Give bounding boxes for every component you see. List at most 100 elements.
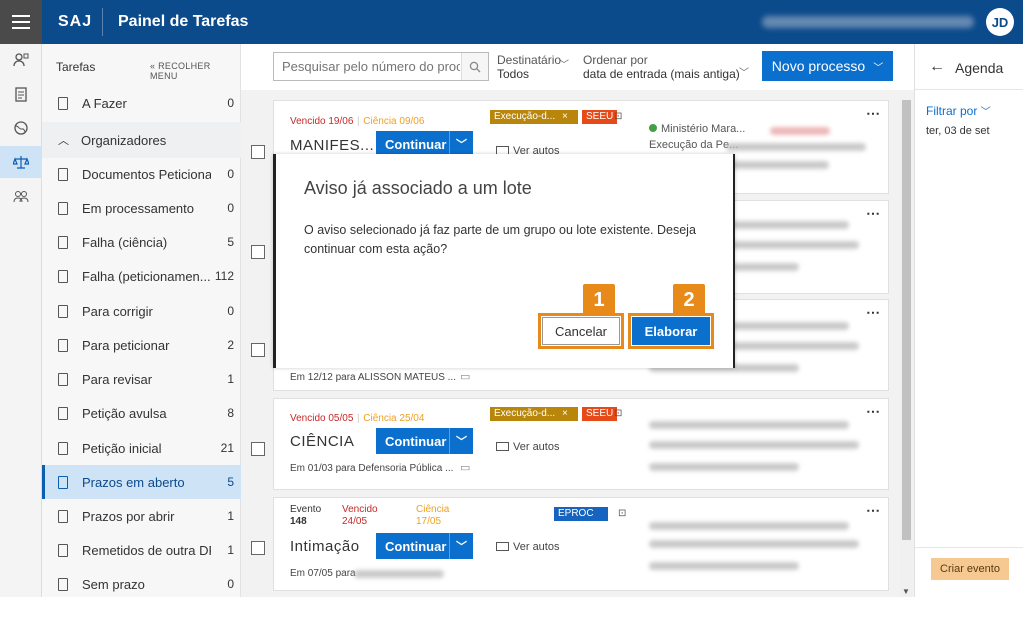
bookmark-icon — [58, 269, 68, 283]
more-options-icon[interactable]: ⋯ — [866, 304, 880, 321]
list-scrollbar[interactable]: ▼ — [900, 100, 913, 597]
agenda-title: Agenda — [955, 60, 1004, 76]
card-title: Intimação — [290, 538, 360, 555]
search-box — [273, 52, 489, 81]
sort-dropdown[interactable]: Ordenar por data de entrada (mais antiga… — [583, 53, 753, 81]
sidebar-heading: Tarefas — [56, 60, 96, 74]
continue-button[interactable]: Continuar ﹀ — [376, 533, 473, 559]
bookmark-icon — [58, 543, 68, 557]
card-checkbox[interactable] — [251, 442, 265, 456]
system-tag: SEEU — [582, 110, 618, 124]
sidebar-item-prazos-por-abrir[interactable]: Prazos por abrir 1 — [42, 499, 241, 533]
sidebar-item-remetidos[interactable]: Remetidos de outra DP 1 — [42, 533, 241, 567]
more-options-icon[interactable]: ⋯ — [866, 205, 880, 222]
assignment-info: Em 12/12 para ALISSON MATEUS ... — [290, 372, 456, 383]
sidebar-item-para-revisar[interactable]: Para revisar 1 — [42, 362, 241, 396]
dialog-message: O aviso selecionado já faz parte de um g… — [304, 223, 696, 256]
folder-icon — [496, 442, 509, 451]
comment-icon[interactable]: ▭ — [460, 370, 470, 383]
elaborar-button[interactable]: Elaborar — [628, 313, 714, 349]
page-title: Painel de Tarefas — [118, 13, 249, 30]
status-dot-icon — [649, 124, 657, 132]
ciencia-date: Ciência 25/04 — [363, 413, 425, 424]
continue-button[interactable]: Continuar ﹀ — [376, 428, 473, 454]
chevron-down-icon[interactable]: ﹀ — [449, 428, 473, 454]
card-checkbox[interactable] — [251, 343, 265, 357]
bookmark-icon — [58, 475, 68, 489]
person-task-icon[interactable] — [0, 44, 42, 76]
sidebar-item-peticao-inicial[interactable]: Petição inicial 21 — [42, 431, 241, 465]
sidebar-item-falha-ciencia[interactable]: Falha (ciência) 5 — [42, 225, 241, 259]
sidebar-item-em-processamento[interactable]: Em processamento 0 — [42, 191, 241, 225]
sidebar-item-para-corrigir[interactable]: Para corrigir 0 — [42, 294, 241, 328]
step-badge-2: 2 — [673, 284, 705, 316]
chevron-down-icon: ﹀ — [980, 107, 991, 118]
assignment-info: Em 07/05 para — [290, 568, 356, 579]
scrollbar-thumb[interactable] — [902, 100, 911, 540]
sidebar-item-prazos-em-aberto[interactable]: Prazos em aberto 5 — [42, 465, 241, 499]
sidebar-item-sem-prazo[interactable]: Sem prazo 0 — [42, 567, 241, 601]
brand-logo: SAJ — [58, 13, 93, 30]
search-icon[interactable] — [461, 53, 488, 80]
event-info: Evento 148 — [290, 504, 322, 527]
search-input[interactable] — [274, 53, 460, 80]
folder-icon — [496, 542, 509, 551]
scroll-down-icon[interactable]: ▼ — [902, 587, 910, 596]
task-card: Vencido 05/05 | Ciência 25/04 Execução-d… — [273, 398, 889, 490]
dialog-title: Aviso já associado a um lote — [304, 178, 532, 198]
sidebar-item-para-peticionar[interactable]: Para peticionar 2 — [42, 328, 241, 362]
brand-divider — [102, 8, 103, 36]
chevron-down-icon[interactable]: ﹀ — [449, 533, 473, 559]
link-icon[interactable]: ⊡ — [618, 508, 626, 519]
create-event-button[interactable]: Criar evento — [931, 558, 1009, 580]
chevron-down-icon: ﹀ — [559, 60, 569, 71]
assignment-info: Em 01/03 para Defensoria Pública ... — [290, 463, 454, 474]
chevron-up-icon: ︿ — [58, 135, 69, 147]
new-process-button[interactable]: Novo processo ﹀ — [762, 51, 893, 81]
due-date: Vencido 05/05 — [290, 413, 354, 424]
system-tag: SEEU — [582, 407, 618, 421]
sidebar-item-falha-peticionamento[interactable]: Falha (peticionamen... 112 — [42, 259, 241, 293]
agenda-date: ter, 03 de set — [926, 125, 990, 137]
link-icon[interactable]: ⊡ — [614, 408, 622, 419]
clipboard-icon[interactable] — [0, 78, 42, 110]
recipient-filter[interactable]: Destinatário Todos ﹀ — [497, 53, 573, 81]
chevron-down-icon: ﹀ — [873, 62, 884, 74]
card-checkbox[interactable] — [251, 145, 265, 159]
process-type: Execução da Pe... — [649, 139, 739, 151]
more-options-icon[interactable]: ⋯ — [866, 502, 880, 519]
step-badge-1: 1 — [583, 284, 615, 316]
sidebar-group-organizadores[interactable]: ︿ Organizadores — [42, 122, 241, 158]
filter-by-dropdown[interactable]: Filtrar por ﹀ — [926, 103, 991, 118]
ciencia-date: Ciência 09/06 — [363, 116, 425, 127]
cancel-button[interactable]: Cancelar — [538, 313, 624, 349]
group-icon[interactable] — [0, 180, 42, 212]
confirmation-dialog: Aviso já associado a um lote O aviso sel… — [273, 154, 735, 368]
comment-icon[interactable]: ▭ — [460, 461, 470, 474]
card-title: CIÊNCIA — [290, 433, 355, 450]
task-card: Evento 148 Vencido 24/05 Ciência 17/05 E… — [273, 497, 889, 591]
card-checkbox[interactable] — [251, 541, 265, 555]
icon-rail — [0, 44, 42, 617]
card-title: MANIFES... — [290, 137, 375, 154]
avatar[interactable]: JD — [986, 8, 1014, 36]
sidebar-item-a-fazer[interactable]: A Fazer 0 — [42, 86, 241, 120]
top-bar: SAJ Painel de Tarefas JD — [0, 0, 1023, 44]
globe-icon[interactable] — [0, 112, 42, 144]
due-date: Vencido 19/06 — [290, 116, 354, 127]
sidebar-item-documentos[interactable]: Documentos Peticiona... 0 — [42, 157, 241, 191]
view-case-link[interactable]: Ver autos — [496, 541, 559, 553]
classification-tag: Execução-d... × — [490, 407, 578, 421]
system-tag: EPROC × — [554, 507, 608, 533]
link-icon[interactable]: ⊡ — [614, 111, 622, 122]
collapse-menu-button[interactable]: « RECOLHER MENU — [150, 61, 240, 81]
card-checkbox[interactable] — [251, 245, 265, 259]
view-case-link[interactable]: Ver autos — [496, 441, 559, 453]
bookmark-icon — [58, 338, 68, 352]
back-arrow-icon[interactable]: ← — [929, 58, 945, 76]
more-options-icon[interactable]: ⋯ — [866, 105, 880, 122]
hamburger-menu-icon[interactable] — [0, 0, 42, 44]
scales-icon[interactable] — [0, 146, 42, 178]
sidebar-item-peticao-avulsa[interactable]: Petição avulsa 8 — [42, 396, 241, 430]
more-options-icon[interactable]: ⋯ — [866, 403, 880, 420]
